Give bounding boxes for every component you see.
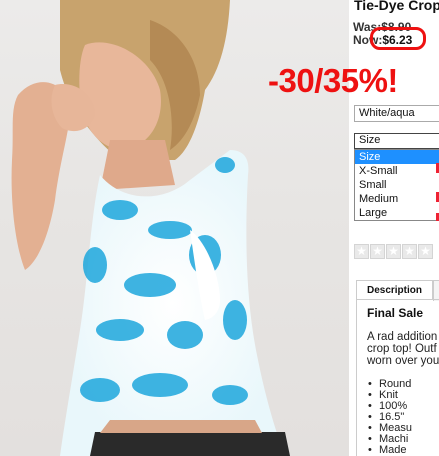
size-option[interactable]: X-Small: [355, 164, 439, 178]
tab-next[interactable]: [433, 280, 439, 301]
original-price: $8.90: [381, 20, 412, 34]
star-icon[interactable]: ★: [386, 244, 401, 259]
now-label: Now:: [353, 33, 383, 47]
product-title: Tie-Dye Crop: [354, 0, 439, 13]
feature-item: Round: [367, 379, 439, 390]
price-was: Was:$8.90: [353, 20, 411, 34]
star-icon[interactable]: ★: [418, 244, 433, 259]
sale-price: $6.23: [382, 33, 413, 47]
tab-description[interactable]: Description: [356, 280, 433, 300]
final-sale-heading: Final Sale: [367, 306, 424, 320]
size-dropdown-list: Size X-Small Small Medium Large: [354, 149, 439, 221]
feature-list: Round Knit 100% 16.5" Measu Machi Made: [367, 379, 439, 456]
size-select[interactable]: Size: [354, 133, 439, 149]
discount-annotation: -30/35%!: [268, 62, 398, 99]
star-icon[interactable]: ★: [354, 244, 369, 259]
size-option[interactable]: Large: [355, 206, 439, 220]
star-icon[interactable]: ★: [370, 244, 385, 259]
size-option[interactable]: Small: [355, 178, 439, 192]
size-option[interactable]: Medium: [355, 192, 439, 206]
tab-divider: [356, 299, 439, 300]
description-text: A rad addition crop top! Outf worn over …: [367, 331, 439, 367]
color-select[interactable]: White/aqua: [354, 105, 439, 122]
rating-stars[interactable]: ★ ★ ★ ★ ★: [354, 244, 433, 259]
size-option[interactable]: Size: [355, 150, 439, 164]
feature-item: Made: [367, 445, 439, 456]
price-now: Now:$6.23: [353, 33, 412, 47]
was-label: Was:: [353, 20, 382, 34]
star-icon[interactable]: ★: [402, 244, 417, 259]
panel-border: [356, 300, 357, 456]
